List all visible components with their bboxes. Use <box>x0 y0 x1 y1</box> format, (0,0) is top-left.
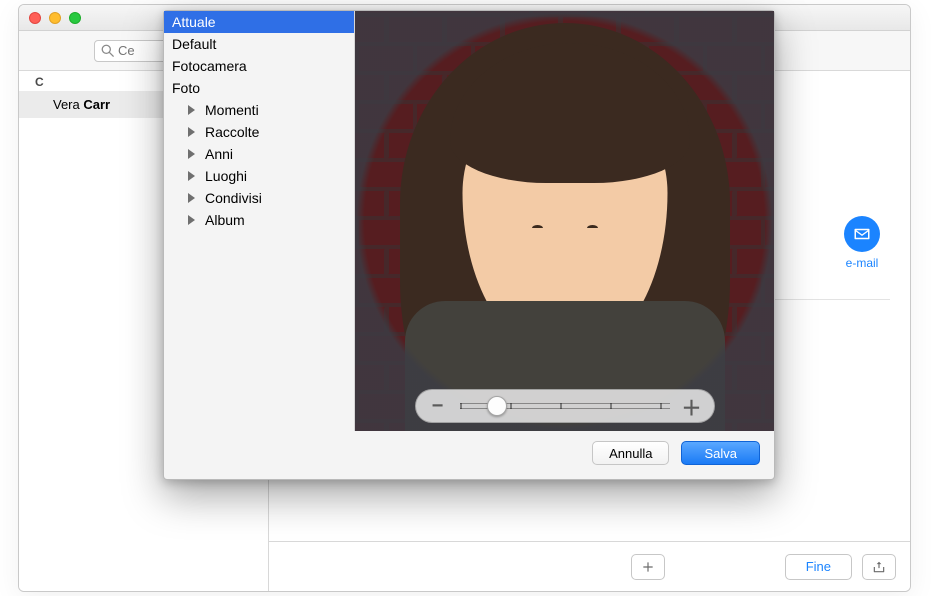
zoom-slider[interactable]: − ＋ <box>415 389 715 423</box>
source-camera[interactable]: Fotocamera <box>164 55 354 77</box>
save-button[interactable]: Salva <box>681 441 760 465</box>
email-action[interactable]: e-mail <box>832 216 892 270</box>
minimize-window-button[interactable] <box>49 12 61 24</box>
source-collections[interactable]: Raccolte <box>164 121 354 143</box>
photo-preview[interactable]: − ＋ <box>354 11 774 431</box>
traffic-lights <box>29 12 81 24</box>
source-years[interactable]: Anni <box>164 143 354 165</box>
search-icon <box>101 44 114 57</box>
popover-footer: Annulla Salva <box>164 431 774 479</box>
contact-lastname: Carr <box>83 97 110 112</box>
add-field-button[interactable] <box>631 554 665 580</box>
source-current[interactable]: Attuale <box>164 11 354 33</box>
zoom-out-button[interactable]: − <box>426 394 450 418</box>
photo-picker-popover: Attuale Default Fotocamera Foto Momenti … <box>163 10 775 480</box>
source-places[interactable]: Luoghi <box>164 165 354 187</box>
detail-footer: Fine <box>269 541 910 591</box>
chevron-right-icon <box>188 149 195 159</box>
chevron-right-icon <box>188 193 195 203</box>
photo-source-list: Attuale Default Fotocamera Foto Momenti … <box>164 11 354 431</box>
maximize-window-button[interactable] <box>69 12 81 24</box>
share-button[interactable] <box>862 554 896 580</box>
source-shared[interactable]: Condivisi <box>164 187 354 209</box>
source-photos[interactable]: Foto <box>164 77 354 99</box>
source-moments[interactable]: Momenti <box>164 99 354 121</box>
contact-firstname: Vera <box>53 97 80 112</box>
close-window-button[interactable] <box>29 12 41 24</box>
chevron-right-icon <box>188 215 195 225</box>
chevron-right-icon <box>188 127 195 137</box>
share-icon <box>872 560 886 574</box>
source-album[interactable]: Album <box>164 209 354 231</box>
chevron-right-icon <box>188 171 195 181</box>
zoom-knob[interactable] <box>487 396 507 416</box>
plus-icon <box>641 560 655 574</box>
zoom-in-button[interactable]: ＋ <box>680 394 704 418</box>
mail-icon <box>844 216 880 252</box>
email-label: e-mail <box>832 256 892 270</box>
source-default[interactable]: Default <box>164 33 354 55</box>
chevron-right-icon <box>188 105 195 115</box>
cancel-button[interactable]: Annulla <box>592 441 669 465</box>
zoom-track[interactable] <box>460 403 670 409</box>
done-button[interactable]: Fine <box>785 554 852 580</box>
